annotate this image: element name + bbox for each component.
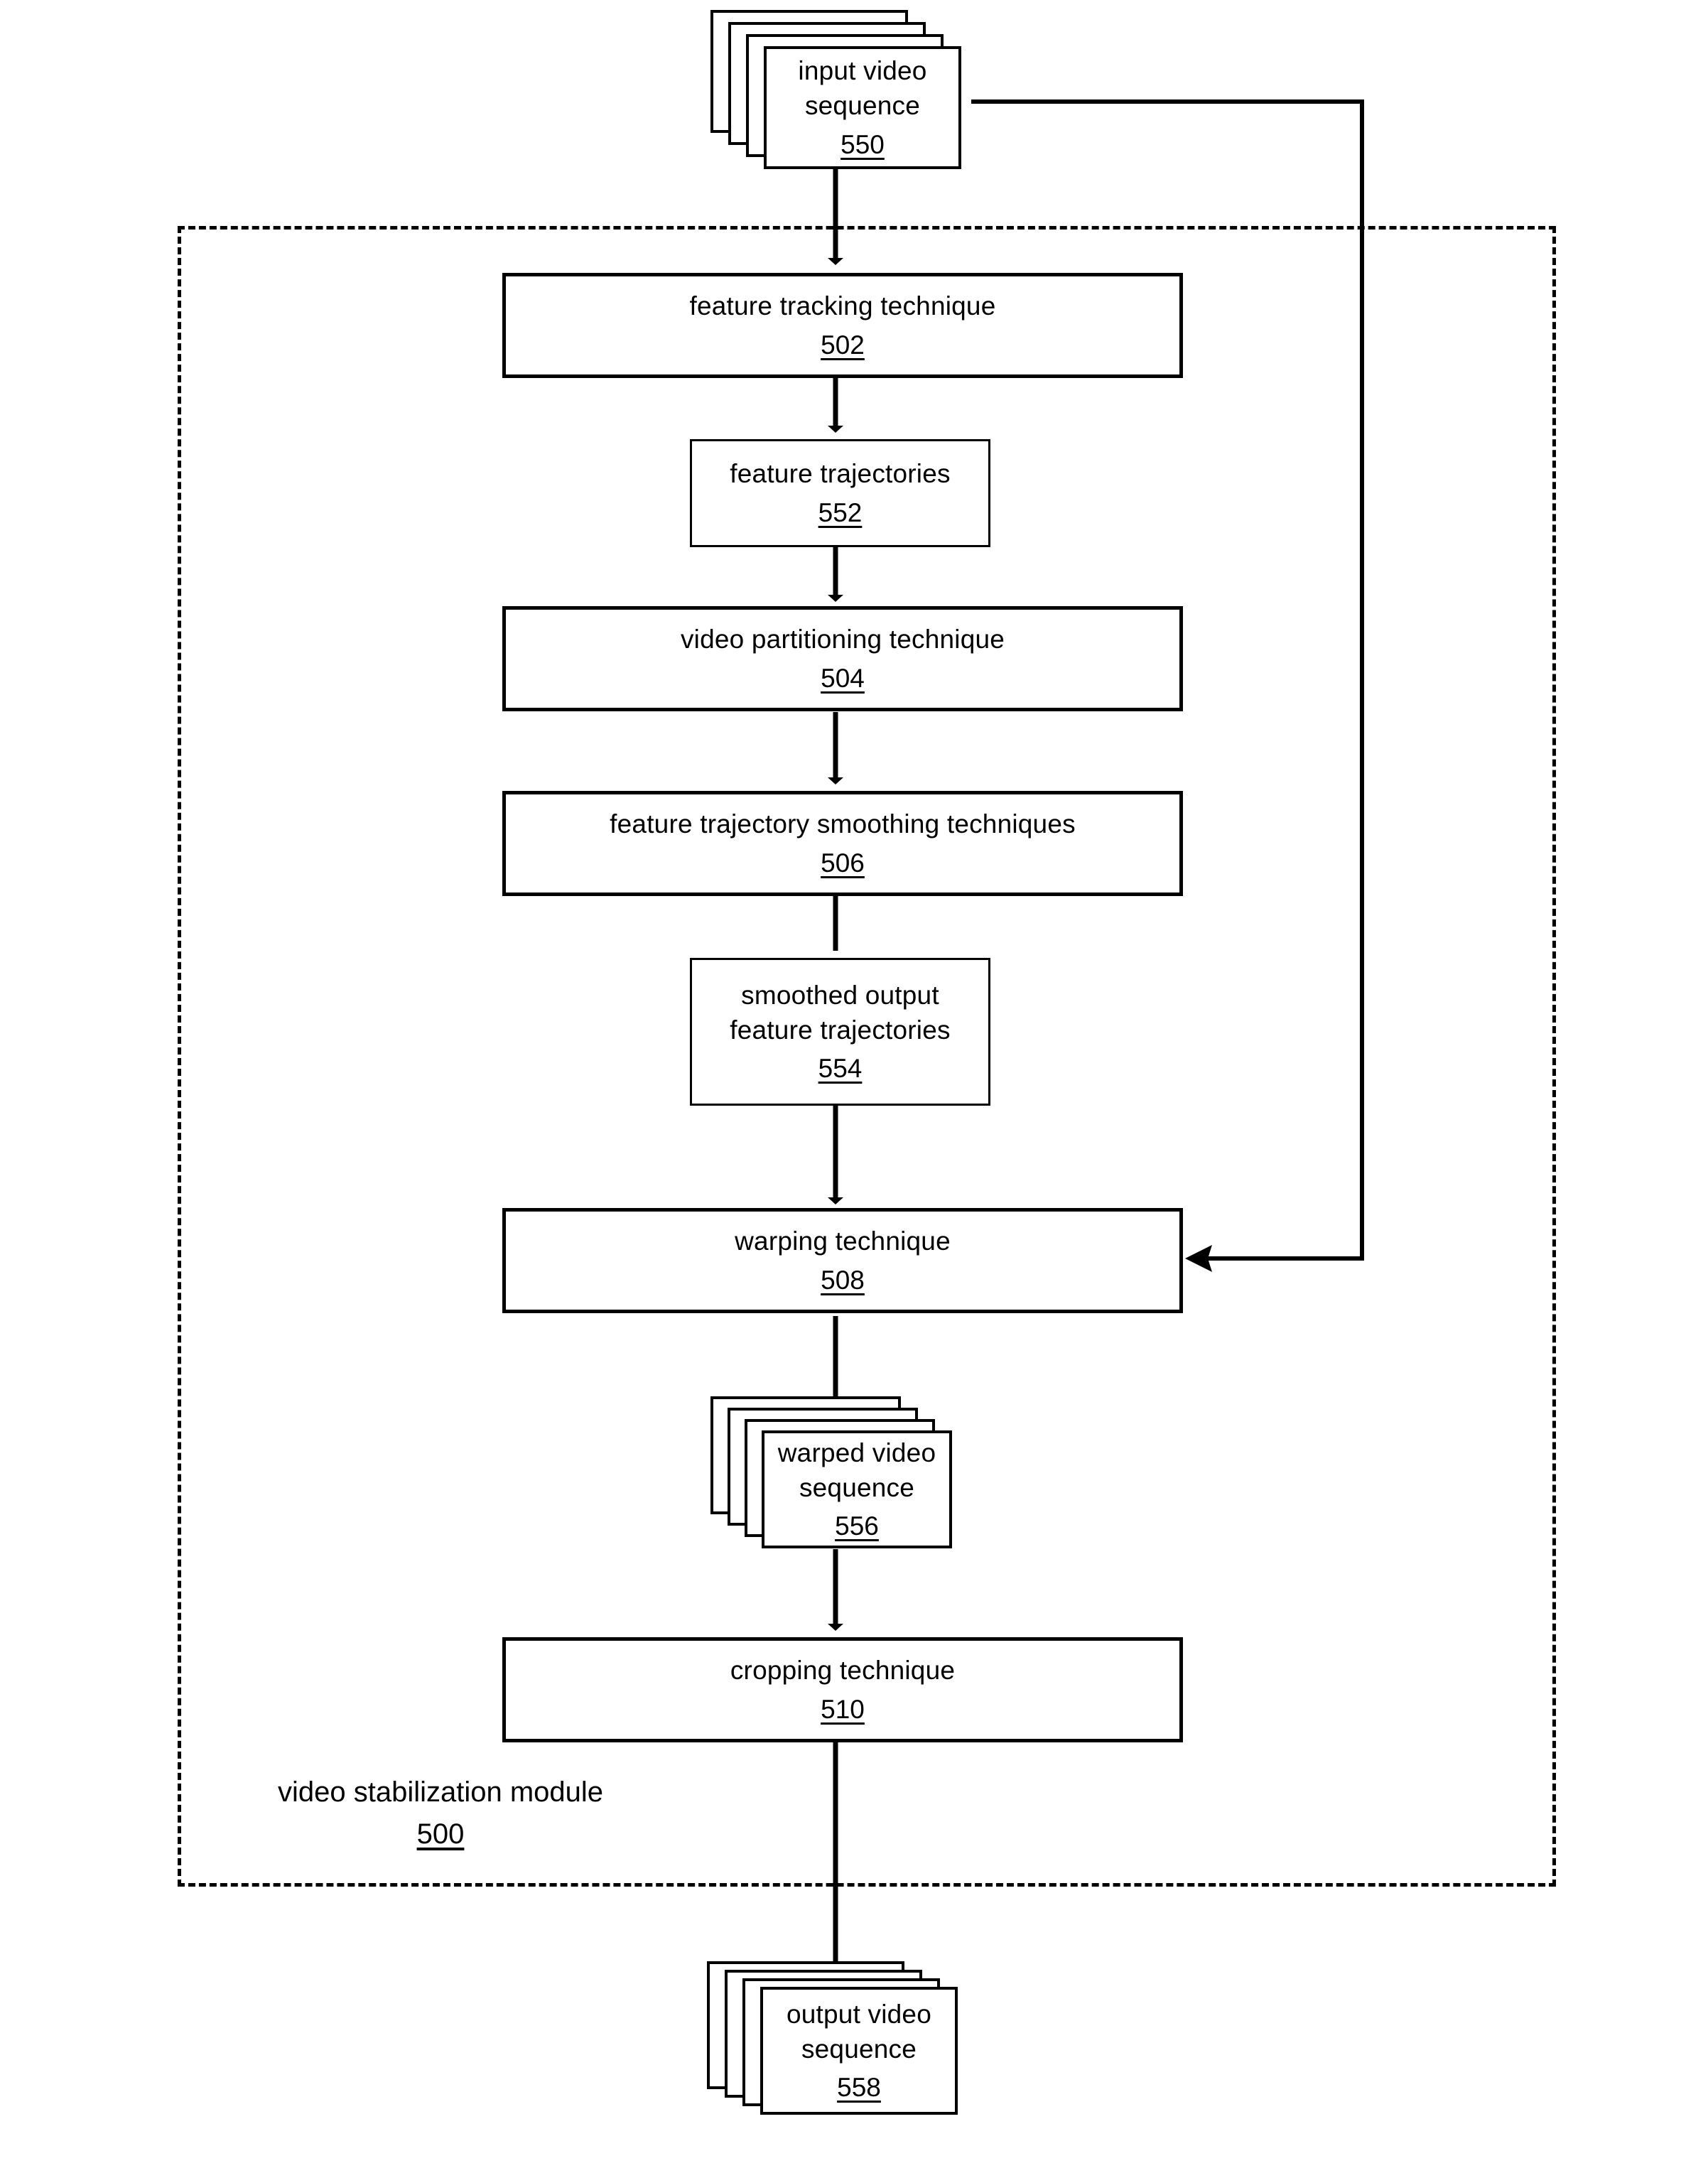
feature-trajectories-text: feature trajectories 552 — [690, 439, 990, 547]
input-video-sequence-ref: 550 — [841, 129, 885, 159]
feature-trajectory-smoothing-techniques-text: feature trajectory smoothing techniques … — [502, 791, 1183, 896]
warping-technique-text: warping technique 508 — [502, 1208, 1183, 1313]
warped-video-sequence-label: warped video sequence — [777, 1438, 936, 1502]
smoothed-output-feature-trajectories-ref: 554 — [818, 1054, 863, 1084]
node-input-video-sequence[interactable]: input video sequence 550 — [710, 10, 973, 170]
warping-technique-ref: 508 — [821, 1265, 865, 1295]
output-video-sequence-label: output video sequence — [786, 1999, 931, 2064]
video-partitioning-technique-label: video partitioning technique — [680, 625, 1005, 654]
smoothed-output-feature-trajectories-text: smoothed output feature trajectories 554 — [690, 958, 990, 1106]
feature-tracking-technique-ref: 502 — [821, 330, 865, 360]
feature-tracking-technique-text: feature tracking technique 502 — [502, 273, 1183, 378]
warping-technique-label: warping technique — [735, 1226, 951, 1256]
input-video-sequence-label: input video sequence — [798, 56, 927, 121]
node-warped-video-sequence[interactable]: warped video sequence 556 — [710, 1396, 966, 1551]
diagram-canvas: input video sequence 550 feature trackin… — [0, 0, 1708, 2173]
feature-trajectory-smoothing-techniques-ref: 506 — [821, 848, 865, 878]
feature-tracking-technique-label: feature tracking technique — [689, 291, 996, 321]
video-stabilization-module-caption: video stabilization module 500 — [242, 1776, 639, 1850]
module-caption-label: video stabilization module — [277, 1776, 604, 1808]
node-output-video-sequence[interactable]: output video sequence 558 — [707, 1961, 970, 2139]
input-video-sequence-text: input video sequence 550 — [764, 46, 961, 169]
cropping-technique-ref: 510 — [821, 1694, 865, 1724]
feature-trajectories-ref: 552 — [818, 497, 863, 527]
module-caption-ref: 500 — [416, 1818, 465, 1850]
warped-video-sequence-text: warped video sequence 556 — [762, 1430, 952, 1548]
feature-trajectory-smoothing-techniques-label: feature trajectory smoothing techniques — [610, 809, 1076, 839]
video-partitioning-technique-text: video partitioning technique 504 — [502, 606, 1183, 711]
feature-trajectories-label: feature trajectories — [730, 459, 951, 489]
output-video-sequence-text: output video sequence 558 — [760, 1987, 958, 2115]
cropping-technique-text: cropping technique 510 — [502, 1637, 1183, 1742]
warped-video-sequence-ref: 556 — [835, 1511, 879, 1541]
smoothed-output-feature-trajectories-label: smoothed output feature trajectories — [730, 980, 951, 1045]
video-partitioning-technique-ref: 504 — [821, 663, 865, 693]
output-video-sequence-ref: 558 — [837, 2073, 881, 2103]
cropping-technique-label: cropping technique — [730, 1656, 956, 1686]
